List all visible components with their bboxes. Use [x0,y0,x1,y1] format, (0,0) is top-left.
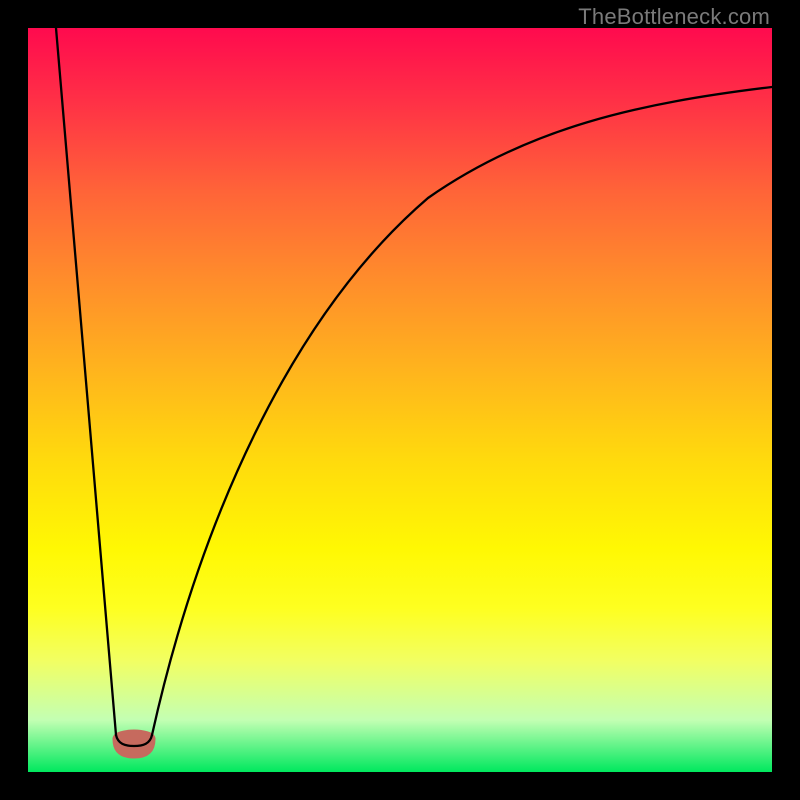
valley-bulge [113,730,155,758]
curve-layer [28,28,772,772]
left-branch [56,28,116,735]
right-branch [152,87,772,735]
chart-frame: TheBottleneck.com [0,0,800,800]
plot-area [28,28,772,772]
watermark-text: TheBottleneck.com [578,4,770,30]
